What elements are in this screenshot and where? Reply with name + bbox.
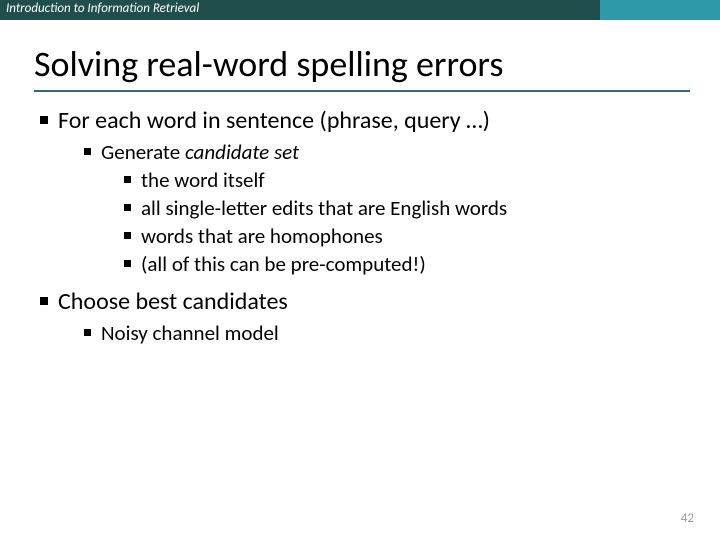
bullet-l1: Choose best candidates Noisy channel mod… (40, 287, 720, 346)
bullet-icon (84, 148, 91, 155)
bullet-text: Generate candidate set (101, 139, 299, 165)
bullet-text: Noisy channel model (101, 320, 279, 346)
slide-number: 42 (681, 511, 694, 526)
bullet-l1: For each word in sentence (phrase, query… (40, 106, 720, 277)
bullet-l2: Noisy channel model (84, 320, 720, 346)
header-accent (600, 0, 720, 20)
bullet-icon (124, 176, 131, 183)
bullet-l3: (all of this can be pre-computed!) (124, 251, 720, 277)
bullet-icon (84, 329, 91, 336)
bullet-text: Choose best candidates (58, 287, 288, 316)
bullet-text: words that are homophones (141, 223, 383, 249)
title-rule (34, 90, 690, 92)
bullet-text: the word itself (141, 167, 265, 193)
bullet-icon (124, 232, 131, 239)
header-text: Introduction to Information Retrieval (6, 1, 199, 16)
bullet-l3: all single-letter edits that are English… (124, 195, 720, 221)
bullet-text: For each word in sentence (phrase, query… (58, 106, 490, 135)
bullet-text: all single-letter edits that are English… (141, 195, 507, 221)
bullet-l3: the word itself (124, 167, 720, 193)
bullet-l3: words that are homophones (124, 223, 720, 249)
header-bar: Introduction to Information Retrieval (0, 0, 720, 20)
bullet-icon (124, 204, 131, 211)
bullet-icon (124, 260, 131, 267)
slide-title: Solving real-word spelling errors (34, 42, 720, 86)
bullet-l2: Generate candidate set the word itself a… (84, 139, 720, 277)
bullet-icon (40, 297, 48, 305)
bullet-text: (all of this can be pre-computed!) (141, 251, 426, 277)
bullet-list: For each word in sentence (phrase, query… (40, 106, 720, 346)
bullet-icon (40, 116, 48, 124)
